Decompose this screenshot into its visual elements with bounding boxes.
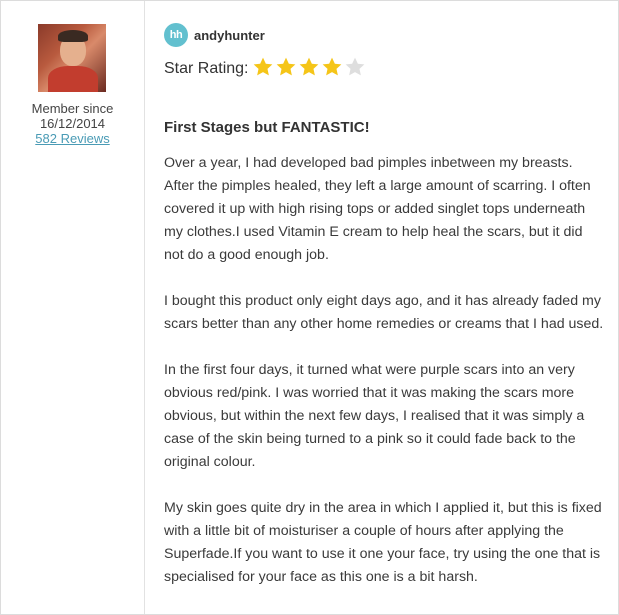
star-empty-icon — [345, 57, 365, 76]
star-filled-icon — [253, 57, 273, 76]
user-badge-icon: hh — [164, 23, 188, 47]
star-rating — [252, 56, 366, 78]
username[interactable]: andyhunter — [194, 28, 265, 43]
reviews-count-link[interactable]: 582 Reviews — [1, 131, 144, 146]
star-filled-icon — [322, 57, 342, 76]
avatar[interactable] — [38, 24, 106, 92]
star-filled-icon — [276, 57, 296, 76]
review-paragraph: In the first four days, it turned what w… — [164, 362, 585, 470]
star-rating-label: Star Rating: — [164, 60, 249, 77]
review-paragraph: Over a year, I had developed bad pimples… — [164, 155, 591, 263]
avatar-body — [48, 66, 98, 92]
member-since-label: Member since — [31, 101, 114, 116]
avatar-hair — [58, 30, 88, 42]
reviewer-panel: Member since 16/12/2014 582 Reviews — [1, 1, 145, 614]
review-card: Member since 16/12/2014 582 Reviews hh a… — [0, 0, 619, 615]
review-paragraph: I bought this product only eight days ag… — [164, 293, 604, 332]
star-filled-icon — [299, 57, 319, 76]
review-body: Over a year, I had developed bad pimples… — [164, 152, 604, 612]
member-since-date: 16/12/2014 — [39, 116, 106, 131]
review-paragraph: My skin goes quite dry in the area in wh… — [164, 500, 602, 585]
review-title: First Stages but FANTASTIC! — [164, 119, 370, 136]
